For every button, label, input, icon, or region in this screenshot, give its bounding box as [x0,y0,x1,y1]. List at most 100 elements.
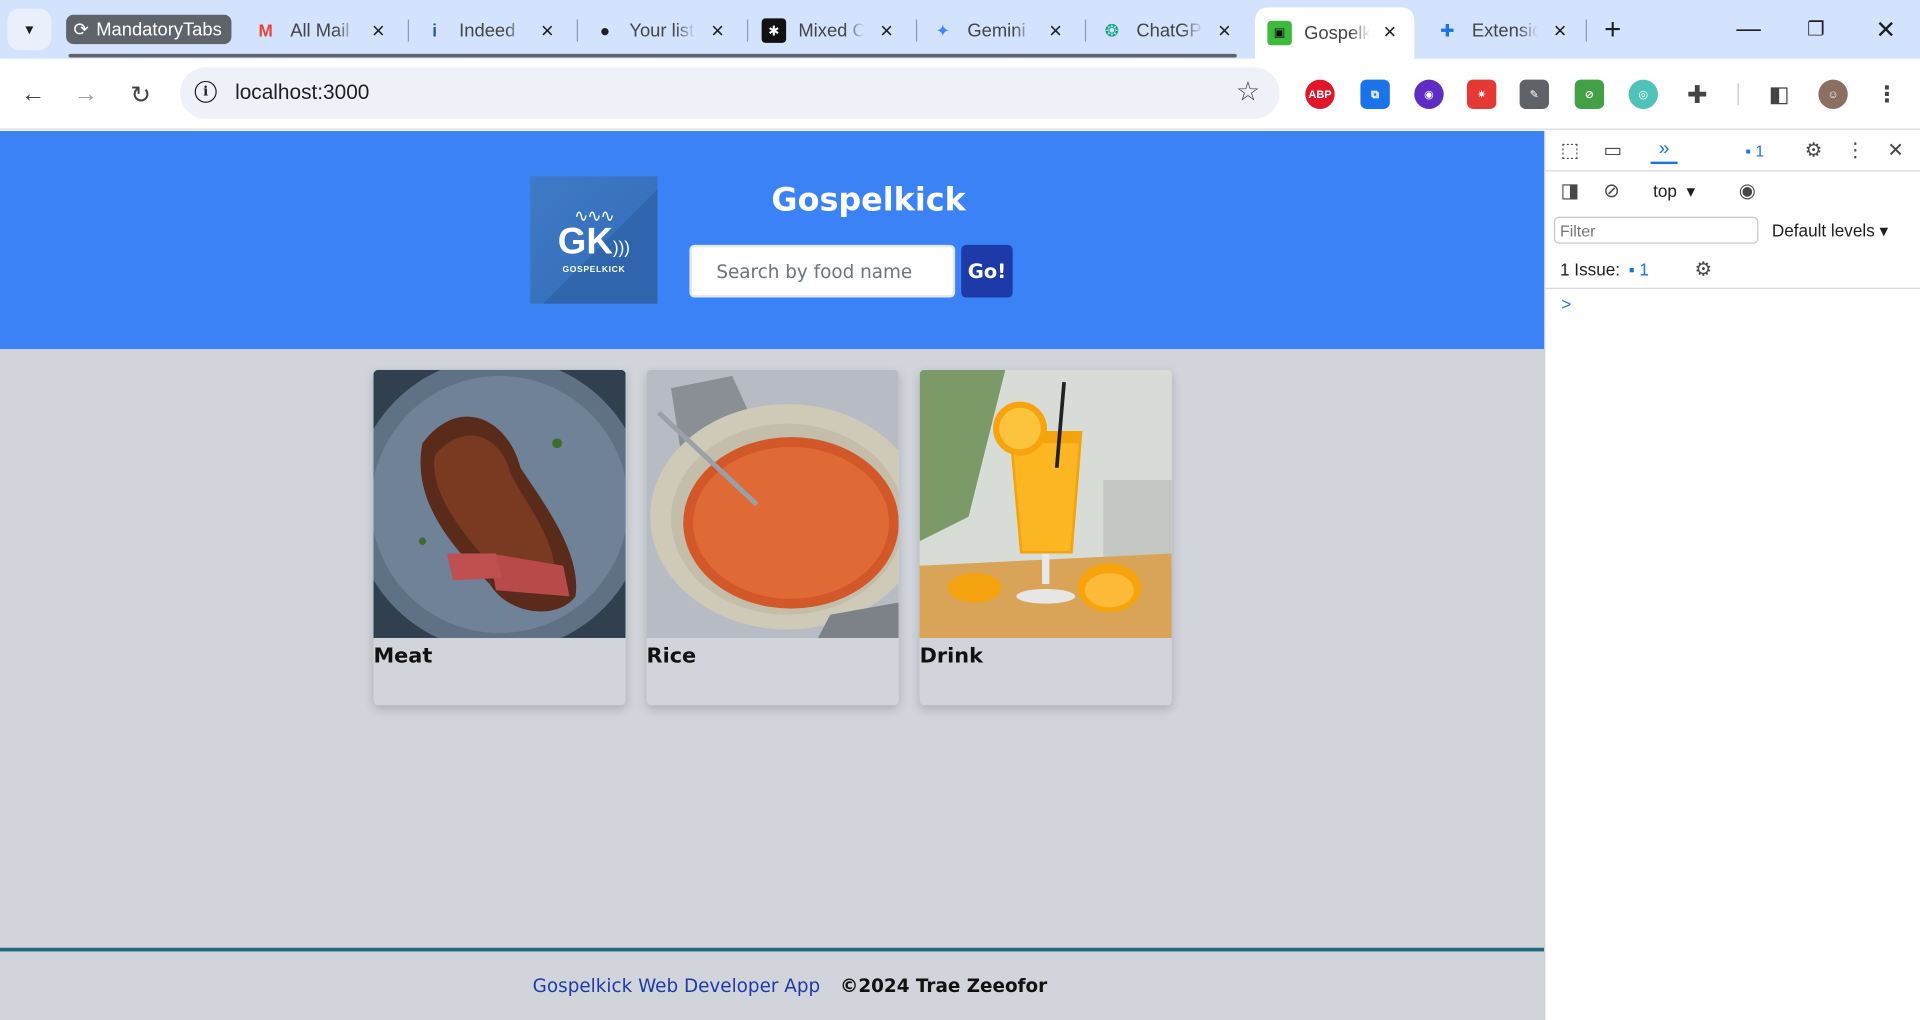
console-prompt[interactable]: > [1561,294,1571,314]
devtools-tabbar: ⬚ ▭ » ▪ 1 ⚙ ⋮ ✕ [1545,131,1920,172]
header-hero: ∿∿∿ GK))) GOSPELKICK Gospelkick Go! [0,131,1545,349]
forward-icon[interactable]: → [69,77,103,111]
back-icon[interactable]: ← [16,77,50,111]
close-icon[interactable]: × [1212,18,1236,42]
close-icon[interactable]: × [874,18,898,42]
inspect-element-icon[interactable]: ⬚ [1556,137,1583,164]
food-card-meat[interactable]: Meat [373,369,626,706]
tab-group-underline [68,53,1237,58]
devtools-panel: ⬚ ▭ » ▪ 1 ⚙ ⋮ ✕ ◨ ⊘ top ▾ ◉ Default leve… [1544,131,1920,1020]
tab-extensions[interactable]: ✚ Extensio × [1435,10,1572,52]
log-levels-dropdown[interactable]: Default levels ▾ [1772,220,1888,241]
tab-title: All Mail [290,20,350,42]
tab-gospelkick[interactable]: ▣ Gospelk × [1255,7,1415,59]
puzzle-icon: ✚ [1440,20,1455,40]
more-tabs-icon[interactable]: » [1650,137,1678,165]
pen-icon[interactable]: ✎ [1519,79,1549,109]
console-filter-input[interactable] [1553,216,1759,244]
tracker-icon[interactable]: ⊘ [1574,79,1605,109]
close-icon[interactable]: × [366,18,390,42]
color-picker-icon[interactable]: ◉ [1414,79,1444,109]
close-icon[interactable]: × [1378,19,1402,44]
screen-root: ▾ ⟳ MandatoryTabs M All Mail × i Indeed … [0,0,1920,1020]
reload-icon[interactable]: ↻ [124,77,158,111]
minimize-icon[interactable]: — [1730,12,1767,46]
browser-toolbar: ← → ↻ i localhost:3000 ☆ ABP ⧉ ◉ ✷ ✎ ⊘ ◎… [0,58,1920,130]
site-logo: ∿∿∿ GK))) GOSPELKICK [530,176,658,304]
mixed-icon: ✱ [761,18,787,43]
card-label: Meat [373,644,433,669]
tab-title: Extensio [1471,20,1538,42]
site-info-icon[interactable]: i [194,80,217,103]
menu-kebab-icon[interactable]: ⋮ [1872,80,1901,109]
bug-icon[interactable]: ✷ [1466,79,1497,109]
tab-separator [407,19,409,42]
close-icon[interactable]: × [535,18,559,42]
console-toolbar: ◨ ⊘ top ▾ ◉ [1545,171,1920,210]
tab-title: Gospelk [1304,22,1371,44]
clear-console-icon[interactable]: ⊘ [1598,178,1625,205]
gemini-icon: ✦ [935,20,951,40]
tab-mixed[interactable]: ✱ Mixed C × [761,10,899,52]
tab-gemini[interactable]: ✦ Gemini × [931,10,1068,52]
tab-strip: ▾ ⟳ MandatoryTabs M All Mail × i Indeed … [0,0,1920,59]
close-icon[interactable]: × [1043,18,1067,42]
toolbar-separator [1737,83,1739,106]
translate-icon[interactable]: ⧉ [1360,79,1390,109]
issues-label: 1 Issue: [1560,259,1621,280]
tab-github[interactable]: ● Your list × [593,10,730,52]
tab-separator [915,19,918,42]
search-input[interactable] [689,244,956,298]
message-icon: ▪ [1745,141,1751,160]
footer-app-link[interactable]: Gospelkick Web Developer App [533,975,820,997]
tab-all-mail[interactable]: M All Mail × [253,10,390,52]
food-card-rice[interactable]: Rice [646,369,899,706]
console-filter-row: Default levels ▾ [1545,211,1920,250]
close-devtools-icon[interactable]: ✕ [1882,137,1909,164]
issues-badge[interactable]: ▪ 1 [1734,137,1776,164]
device-toolbar-icon[interactable]: ▭ [1599,137,1626,164]
logo-subtitle: GOSPELKICK [562,265,626,274]
sidebar-toggle-icon[interactable]: ◨ [1556,178,1583,205]
context-selector[interactable]: top ▾ [1653,181,1695,202]
tab-separator [1084,19,1087,42]
tab-title: Mixed C [798,20,865,42]
tab-separator [1585,19,1587,42]
cookie-icon[interactable]: ◎ [1628,79,1658,109]
extensions-puzzle-icon[interactable]: ✚ [1682,80,1711,109]
close-window-icon[interactable]: ✕ [1867,12,1904,46]
adblock-icon[interactable]: ABP [1305,79,1335,109]
group-icon: ⟳ [73,19,89,41]
side-panel-icon[interactable]: ◧ [1765,80,1794,109]
go-button[interactable]: Go! [961,244,1013,298]
tab-title: Gemini [967,20,1026,42]
issues-row: 1 Issue: ▪ 1 ⚙ [1545,250,1920,289]
tab-search-button[interactable]: ▾ [7,8,52,51]
tab-chatgpt[interactable]: ❂ ChatGP × [1100,10,1237,52]
avatar[interactable]: ☺ [1818,79,1848,109]
issues-link[interactable]: ▪ 1 [1629,260,1649,280]
settings-gear-icon[interactable]: ⚙ [1800,137,1827,164]
new-tab-button[interactable]: + [1597,13,1629,46]
close-icon[interactable]: × [705,18,729,42]
logo-mark: GK))) [557,221,631,262]
drink-image [919,369,1172,638]
rice-image [646,369,899,638]
github-icon: ● [599,20,611,41]
address-bar[interactable]: i localhost:3000 ☆ [180,67,1280,119]
tab-group-chip[interactable]: ⟳ MandatoryTabs [66,14,232,45]
tab-separator [576,19,578,42]
tab-title: Your list [629,20,695,42]
chevron-down-icon: ▾ [25,19,34,38]
url-text[interactable]: localhost:3000 [235,81,369,105]
close-icon[interactable]: × [1548,18,1572,42]
console-settings-icon[interactable]: ⚙ [1690,256,1717,283]
bookmark-star-icon[interactable]: ☆ [1236,76,1260,108]
live-expression-eye-icon[interactable]: ◉ [1734,178,1761,205]
gospelkick-icon: ▣ [1267,20,1292,46]
devtools-menu-icon[interactable]: ⋮ [1842,137,1869,164]
food-card-drink[interactable]: Drink [919,369,1172,706]
tab-indeed[interactable]: i Indeed × [422,10,559,52]
footer-copyright: ©2024 Trae Zeeofor [840,974,1048,997]
restore-icon[interactable]: ❐ [1798,12,1835,46]
